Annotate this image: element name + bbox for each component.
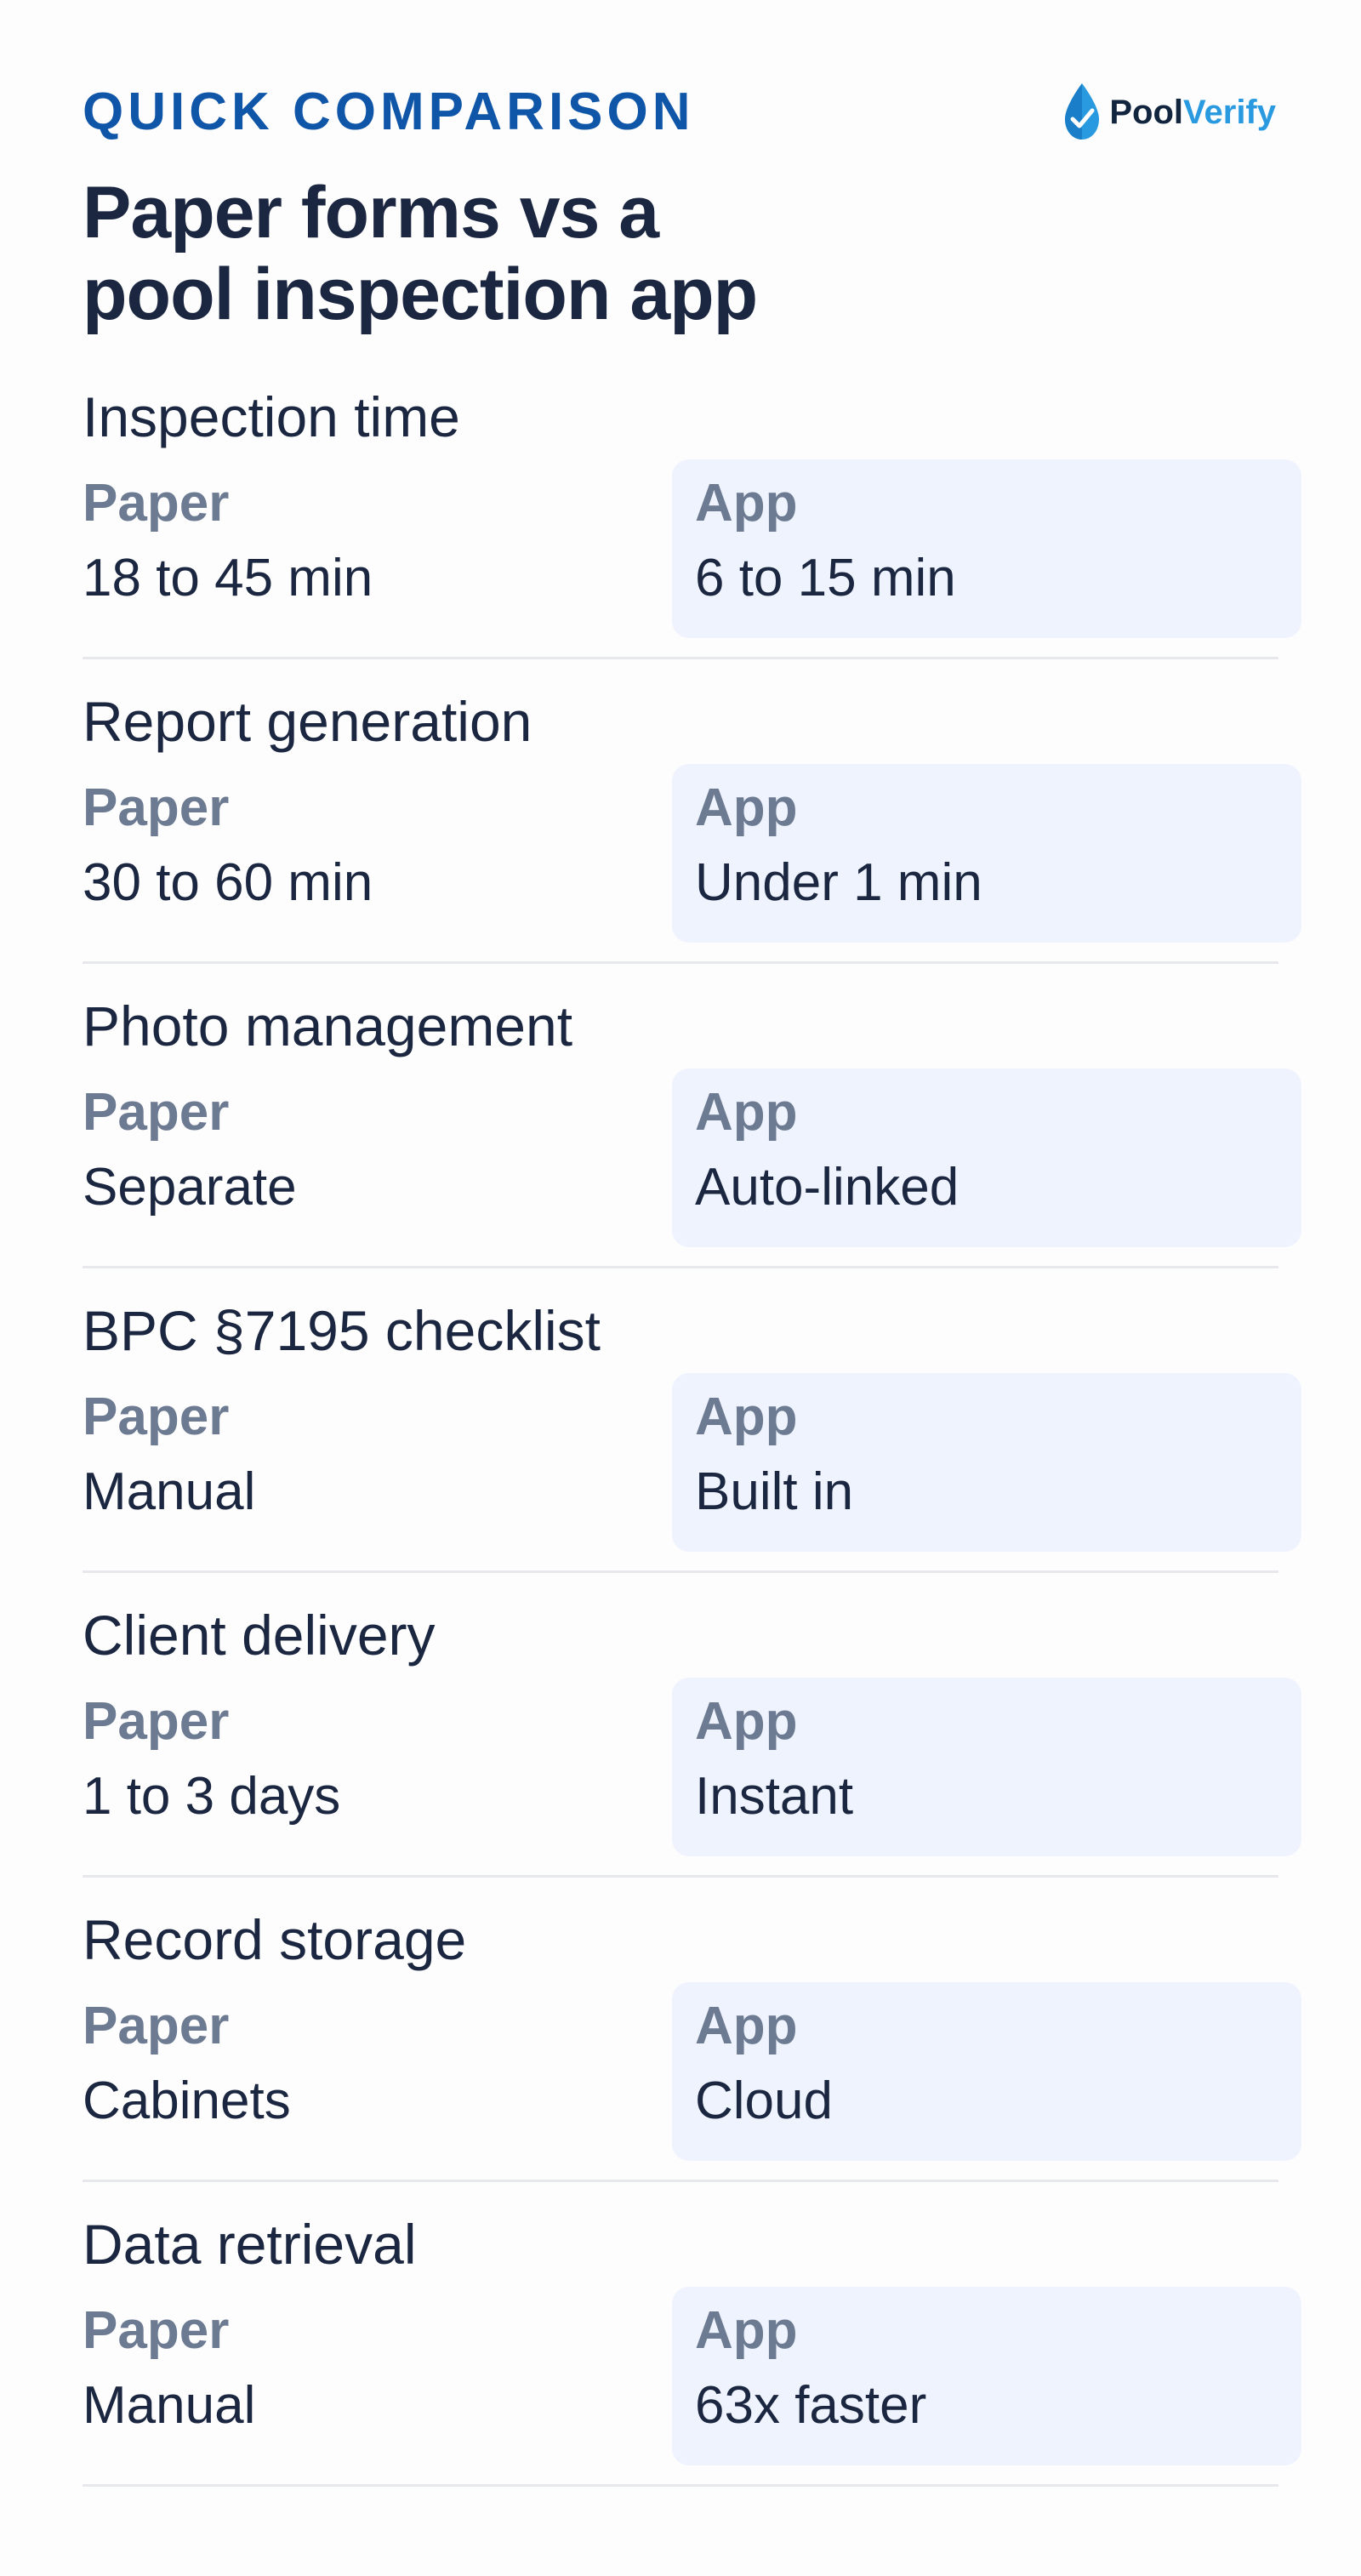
app-value: 6 to 15 min: [695, 549, 956, 607]
paper-value: Manual: [83, 1462, 256, 1521]
page-title-line-2: pool inspection app: [83, 254, 758, 335]
app-label: App: [695, 1997, 798, 2055]
comparison-row: Record storage Paper Cabinets App Cloud: [83, 1907, 1301, 2212]
paper-label: Paper: [83, 474, 230, 533]
app-card: App Built in: [672, 1373, 1301, 1552]
comparison-list: Inspection time Paper 18 to 45 min App 6…: [83, 385, 1301, 2516]
paper-value: 1 to 3 days: [83, 1767, 341, 1826]
row-divider: [83, 657, 1278, 659]
row-columns: Paper 30 to 60 min App Under 1 min: [83, 764, 1301, 943]
row-title: Client delivery: [83, 1604, 436, 1667]
app-card: App Under 1 min: [672, 764, 1301, 943]
paper-label: Paper: [83, 1388, 230, 1446]
app-value: Under 1 min: [695, 853, 982, 912]
paper-label: Paper: [83, 1692, 230, 1751]
paper-column: Paper 1 to 3 days: [83, 1678, 661, 1856]
paper-column: Paper Cabinets: [83, 1982, 661, 2161]
app-value: Auto-linked: [695, 1158, 960, 1217]
app-label: App: [695, 1692, 798, 1751]
comparison-row: Photo management Paper Separate App Auto…: [83, 994, 1301, 1298]
row-title: Report generation: [83, 690, 532, 753]
app-card: App 63x faster: [672, 2287, 1301, 2465]
app-card: App Cloud: [672, 1982, 1301, 2161]
app-card: App Auto-linked: [672, 1069, 1301, 1247]
app-label: App: [695, 1388, 798, 1446]
paper-column: Paper 30 to 60 min: [83, 764, 661, 943]
logo-text-verify: Verify: [1183, 93, 1276, 131]
row-columns: Paper 18 to 45 min App 6 to 15 min: [83, 459, 1301, 638]
paper-label: Paper: [83, 2301, 230, 2360]
paper-label: Paper: [83, 1997, 230, 2055]
app-value: Built in: [695, 1462, 854, 1521]
row-divider: [83, 2180, 1278, 2182]
row-title: Record storage: [83, 1908, 467, 1971]
row-divider: [83, 1875, 1278, 1878]
logo-wordmark: PoolVerify: [1109, 94, 1276, 132]
row-columns: Paper Manual App Built in: [83, 1373, 1301, 1552]
paper-column: Paper Separate: [83, 1069, 661, 1247]
app-value: Instant: [695, 1767, 854, 1826]
row-divider: [83, 2484, 1278, 2487]
page-title-line-1: Paper forms vs a: [83, 172, 659, 254]
row-columns: Paper Cabinets App Cloud: [83, 1982, 1301, 2161]
paper-value: Cabinets: [83, 2072, 291, 2130]
row-divider: [83, 1570, 1278, 1573]
row-divider: [83, 961, 1278, 964]
app-card: App 6 to 15 min: [672, 459, 1301, 638]
comparison-page: QUICK COMPARISON PoolVerify Paper forms …: [0, 0, 1361, 2576]
row-title: Photo management: [83, 994, 573, 1057]
app-label: App: [695, 2301, 798, 2360]
row-columns: Paper Separate App Auto-linked: [83, 1069, 1301, 1247]
row-columns: Paper Manual App 63x faster: [83, 2287, 1301, 2465]
paper-column: Paper Manual: [83, 2287, 661, 2465]
row-title: Inspection time: [83, 385, 460, 448]
poolverify-logo: PoolVerify: [1062, 78, 1276, 146]
logo-text-pool: Pool: [1109, 93, 1184, 131]
row-columns: Paper 1 to 3 days App Instant: [83, 1678, 1301, 1856]
paper-label: Paper: [83, 778, 230, 837]
row-title: BPC §7195 checklist: [83, 1299, 601, 1362]
app-label: App: [695, 1083, 798, 1142]
row-title: Data retrieval: [83, 2213, 417, 2276]
comparison-row: Client delivery Paper 1 to 3 days App In…: [83, 1603, 1301, 1907]
paper-label: Paper: [83, 1083, 230, 1142]
app-label: App: [695, 474, 798, 533]
paper-value: 18 to 45 min: [83, 549, 373, 607]
paper-value: 30 to 60 min: [83, 853, 373, 912]
paper-column: Paper 18 to 45 min: [83, 459, 661, 638]
water-drop-check-icon: [1062, 82, 1102, 143]
app-value: Cloud: [695, 2072, 833, 2130]
comparison-row: Report generation Paper 30 to 60 min App…: [83, 689, 1301, 994]
comparison-row: BPC §7195 checklist Paper Manual App Bui…: [83, 1298, 1301, 1603]
paper-value: Manual: [83, 2376, 256, 2435]
row-divider: [83, 1266, 1278, 1268]
page-title: Paper forms vs a pool inspection app: [83, 172, 933, 335]
paper-value: Separate: [83, 1158, 297, 1217]
comparison-row: Data retrieval Paper Manual App 63x fast…: [83, 2212, 1301, 2516]
app-value: 63x faster: [695, 2376, 927, 2435]
app-card: App Instant: [672, 1678, 1301, 1856]
paper-column: Paper Manual: [83, 1373, 661, 1552]
comparison-row: Inspection time Paper 18 to 45 min App 6…: [83, 385, 1301, 689]
app-label: App: [695, 778, 798, 837]
